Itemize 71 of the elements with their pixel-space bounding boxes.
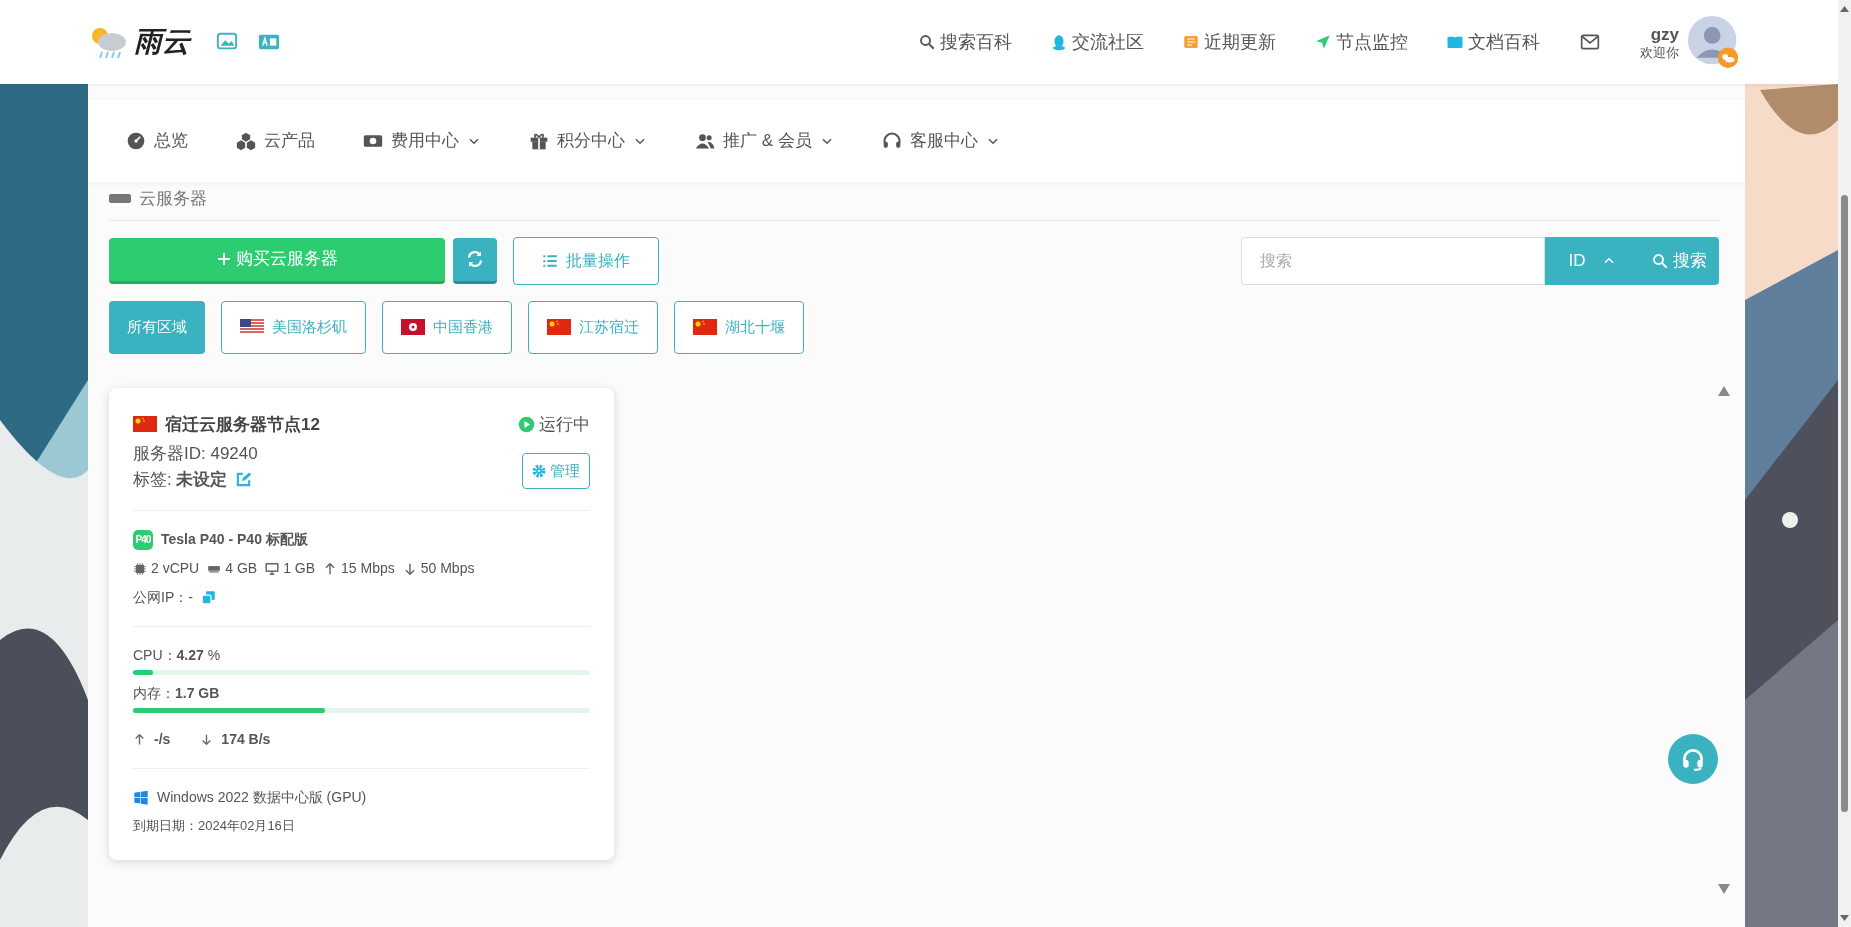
newspaper-icon (1182, 33, 1200, 51)
china-flag-icon (693, 319, 717, 335)
menu-item[interactable]: 云产品 (236, 128, 315, 154)
arrow-up-icon (133, 733, 146, 746)
gear-icon (532, 464, 546, 478)
spec-text: 4 GB (225, 559, 258, 578)
public-ip: 公网IP：- (133, 588, 193, 607)
plan-badge: P40 (133, 529, 153, 550)
plan-name: Tesla P40 - P40 标配版 (161, 530, 308, 549)
logo-text: 雨云 (134, 25, 190, 59)
nav-link[interactable]: 节点监控 (1314, 28, 1408, 56)
spec-text: 1 GB (283, 559, 316, 578)
scroll-up-icon (1718, 386, 1730, 396)
search-icon (918, 33, 936, 51)
upload-speed: -/s (154, 730, 171, 749)
menu-item[interactable]: 总览 (126, 128, 188, 154)
headset-icon (1680, 746, 1706, 772)
list-icon (542, 252, 558, 269)
search-field[interactable]: 搜索 (1241, 236, 1545, 285)
menu-item[interactable]: 积分中心 (529, 128, 647, 154)
avatar (1687, 13, 1741, 71)
china-flag-icon (133, 416, 157, 433)
edit-icon (235, 470, 253, 488)
server-icon (109, 194, 131, 204)
copy-icon (200, 590, 216, 605)
penguin-icon (1050, 33, 1068, 51)
scrollbar[interactable] (1838, 0, 1851, 927)
os-name: Windows 2022 数据中心版 (GPU) (157, 788, 367, 807)
tag-text: 标签: 未设定 (133, 468, 228, 491)
hong-kong-flag-icon (401, 319, 425, 335)
nav-link[interactable]: 搜索百科 (918, 28, 1012, 56)
nav-link[interactable]: 交流社区 (1050, 28, 1144, 56)
user-name: gzy (1650, 25, 1679, 43)
edit-button[interactable] (235, 470, 253, 488)
headset-icon (881, 131, 902, 151)
cubes-icon (236, 131, 256, 151)
greeting-text: 欢迎你 (1640, 45, 1679, 59)
cpu-usage: CPU：4.27 % (133, 646, 222, 665)
cpu-icon (133, 561, 147, 576)
menu-item[interactable]: 客服中心 (881, 128, 1000, 154)
copy-button[interactable] (200, 590, 216, 605)
mail-icon (1578, 32, 1602, 52)
spec-text: 15 Mbps (341, 559, 395, 578)
play-icon (518, 415, 535, 433)
china-flag-icon (547, 319, 571, 335)
spec-text: 2 vCPU (151, 559, 200, 578)
plus-icon (216, 251, 232, 267)
gift-icon (529, 131, 549, 151)
download-speed: 174 B/s (221, 730, 271, 749)
dashboard-icon (126, 131, 146, 151)
expiry-date: 到期日期：2024年02月16日 (133, 817, 296, 835)
support-button[interactable] (1668, 734, 1718, 784)
monitor-icon (265, 561, 280, 576)
refresh-button[interactable] (453, 237, 497, 284)
menu-item[interactable]: 推广 & 会员 (695, 128, 834, 154)
memory-usage: 内存：1.7 GB (133, 684, 221, 703)
section-title: 云服务器 (139, 188, 207, 210)
menu-item[interactable]: 费用中心 (363, 128, 481, 154)
nav-link[interactable]: 近期更新 (1182, 28, 1276, 56)
windows-icon (133, 789, 149, 806)
us-flag-icon (240, 319, 264, 335)
status-text: 运行中 (539, 413, 590, 436)
search-icon (1651, 251, 1669, 270)
server-id: 服务器ID: 49240 (133, 443, 259, 465)
refresh-icon (466, 250, 484, 268)
users-icon (695, 131, 715, 151)
spec-text: 50 Mbps (420, 559, 475, 578)
location-arrow-icon (1314, 33, 1332, 51)
server-name: 宿迁云服务器节点12 (165, 413, 320, 436)
scroll-down-icon (1718, 884, 1730, 894)
nav-link[interactable]: 文档百科 (1446, 28, 1540, 56)
